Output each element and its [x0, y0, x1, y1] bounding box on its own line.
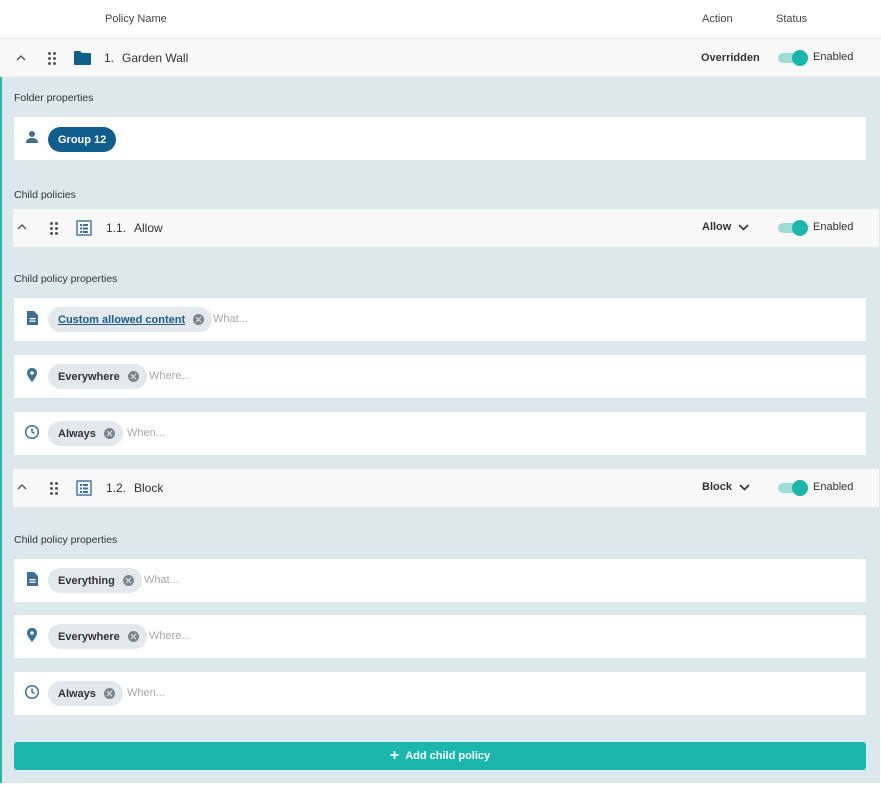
column-header-status[interactable]: Status: [776, 13, 807, 25]
child-policy-name: Allow: [134, 221, 163, 235]
policy-list-icon: [76, 220, 92, 236]
clock-icon: [24, 684, 40, 700]
document-icon: [27, 311, 38, 325]
user-icon: [26, 131, 38, 143]
where-chip-label: Everywhere: [58, 630, 120, 643]
chevron-up-icon[interactable]: [15, 220, 29, 234]
when-card: Always When...: [14, 672, 866, 715]
chevron-up-icon[interactable]: [15, 480, 29, 494]
where-chip-label: Everywhere: [58, 370, 120, 383]
action-select-value: Block: [702, 481, 732, 493]
folder-status-toggle[interactable]: [778, 50, 808, 66]
remove-chip-icon[interactable]: [127, 371, 139, 382]
what-chip[interactable]: Custom allowed content: [48, 307, 213, 332]
what-input-placeholder[interactable]: What...: [144, 574, 179, 586]
child-properties-label: Child policy properties: [14, 273, 118, 285]
location-pin-icon: [27, 628, 37, 642]
chevron-down-icon: [738, 224, 749, 231]
child-policy-row[interactable]: 1.2. Block Block Enabled: [13, 469, 879, 507]
what-chip-label: Everything: [58, 574, 115, 587]
where-chip[interactable]: Everywhere: [48, 624, 147, 649]
policy-list-icon: [76, 480, 92, 496]
chevron-up-icon[interactable]: [14, 51, 28, 65]
action-select-value: Allow: [702, 221, 732, 233]
child-status-toggle[interactable]: [778, 480, 808, 496]
what-chip-label[interactable]: Custom allowed content: [58, 314, 185, 326]
what-input-placeholder[interactable]: What...: [213, 313, 248, 325]
remove-chip-icon[interactable]: [103, 688, 115, 699]
plus-icon: +: [389, 747, 400, 764]
column-header-policy-name[interactable]: Policy Name: [105, 13, 167, 25]
child-policies-label: Child policies: [14, 189, 76, 201]
folder-action: Overridden: [701, 52, 760, 64]
group-chip[interactable]: Group 12: [48, 127, 117, 152]
what-card: Custom allowed content What...: [14, 298, 866, 341]
remove-chip-icon[interactable]: [103, 428, 115, 439]
table-header: Policy Name Action Status: [0, 0, 881, 39]
when-chip-label: Always: [58, 687, 96, 700]
child-status-label: Enabled: [813, 481, 854, 493]
column-header-action[interactable]: Action: [702, 13, 733, 25]
when-card: Always When...: [14, 412, 866, 455]
where-input-placeholder[interactable]: Where...: [149, 630, 191, 642]
action-select[interactable]: Block: [702, 481, 750, 493]
child-policy-number: 1.2.: [106, 481, 127, 495]
folder-icon: [74, 51, 91, 65]
clock-icon: [24, 424, 40, 440]
location-pin-icon: [27, 368, 37, 382]
child-policy-name: Block: [134, 481, 164, 495]
child-status-label: Enabled: [813, 221, 854, 233]
child-status-toggle[interactable]: [778, 220, 808, 236]
drag-handle-icon[interactable]: [48, 52, 56, 65]
remove-chip-icon[interactable]: [122, 575, 134, 586]
folder-row[interactable]: 1. Garden Wall Overridden Enabled: [0, 39, 880, 77]
where-chip[interactable]: Everywhere: [48, 364, 147, 389]
where-input-placeholder[interactable]: Where...: [149, 370, 191, 382]
when-chip-label: Always: [58, 427, 96, 440]
add-child-policy-button[interactable]: + Add child policy: [14, 742, 866, 770]
folder-name: Garden Wall: [122, 51, 189, 65]
folder-properties-label: Folder properties: [14, 92, 94, 104]
when-input-placeholder[interactable]: When...: [127, 427, 165, 439]
when-input-placeholder[interactable]: When...: [127, 687, 165, 699]
where-card: Everywhere Where...: [14, 615, 866, 658]
remove-chip-icon[interactable]: [193, 314, 205, 325]
drag-handle-icon[interactable]: [50, 222, 58, 235]
child-properties-label: Child policy properties: [14, 534, 118, 546]
chevron-down-icon: [739, 484, 750, 491]
action-select[interactable]: Allow: [702, 221, 749, 233]
folder-properties-card: Group 12: [14, 117, 866, 160]
document-icon: [27, 572, 38, 586]
what-chip[interactable]: Everything: [48, 568, 142, 593]
when-chip[interactable]: Always: [48, 421, 123, 446]
drag-handle-icon[interactable]: [50, 482, 58, 495]
what-card: Everything What...: [14, 559, 866, 602]
remove-chip-icon[interactable]: [127, 631, 139, 642]
where-card: Everywhere Where...: [14, 355, 866, 398]
folder-number: 1.: [104, 51, 115, 65]
folder-status-label: Enabled: [813, 51, 854, 63]
when-chip[interactable]: Always: [48, 681, 123, 706]
child-policy-number: 1.1.: [106, 221, 127, 235]
add-child-policy-label: Add child policy: [405, 750, 491, 762]
child-policy-row[interactable]: 1.1. Allow Allow Enabled: [13, 209, 879, 247]
